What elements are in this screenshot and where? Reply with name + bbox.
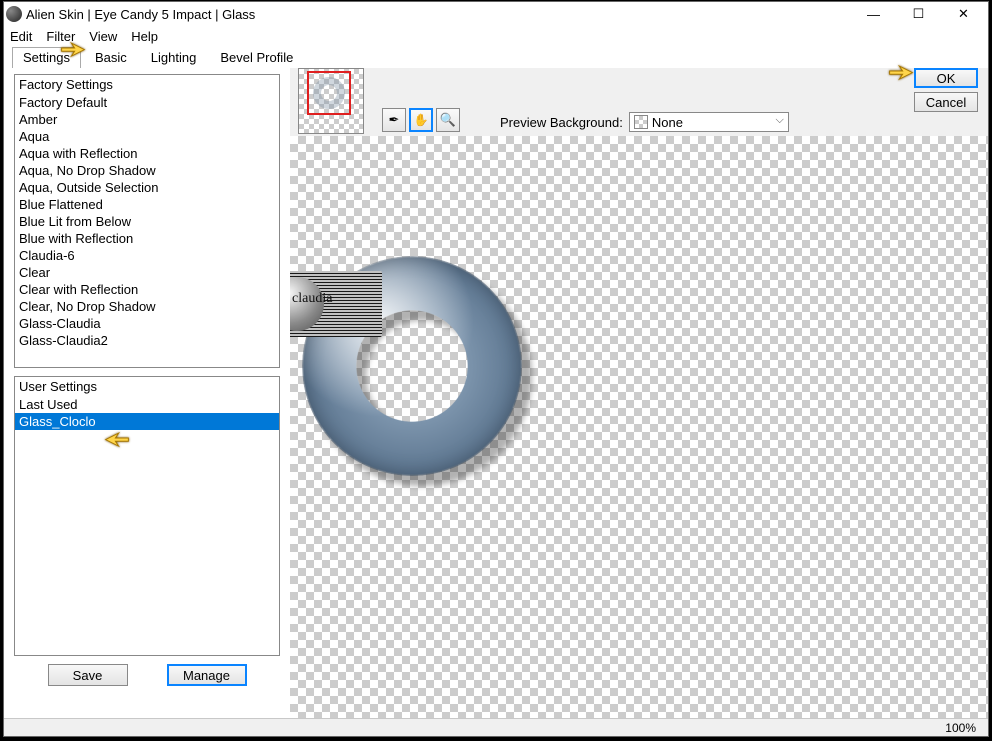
- eyedropper-icon: ✒: [389, 112, 400, 128]
- navigator-thumbnail[interactable]: [298, 68, 364, 134]
- tab-basic[interactable]: Basic: [85, 48, 137, 68]
- list-item[interactable]: Aqua: [15, 128, 279, 145]
- magnifier-icon: 🔍: [440, 112, 456, 128]
- list-item[interactable]: Clear, No Drop Shadow: [15, 298, 279, 315]
- list-item[interactable]: Factory Default: [15, 94, 279, 111]
- eyedropper-tool-button[interactable]: ✒: [382, 108, 406, 132]
- hand-icon: ✋: [414, 113, 429, 127]
- tab-settings[interactable]: Settings: [12, 47, 81, 68]
- watermark-badge: claudia: [290, 271, 382, 337]
- user-settings-header: User Settings: [15, 377, 279, 396]
- menu-edit[interactable]: Edit: [10, 29, 32, 44]
- menu-view[interactable]: View: [89, 29, 117, 44]
- cancel-button[interactable]: Cancel: [914, 92, 978, 112]
- preview-background-combo[interactable]: None: [629, 112, 789, 132]
- zoom-tool-button[interactable]: 🔍: [436, 108, 460, 132]
- preview-canvas[interactable]: claudia: [290, 136, 988, 718]
- minimize-button[interactable]: —: [851, 3, 896, 25]
- list-item[interactable]: Glass_Cloclo: [15, 413, 279, 430]
- list-item[interactable]: Clear: [15, 264, 279, 281]
- list-item[interactable]: Aqua with Reflection: [15, 145, 279, 162]
- list-item[interactable]: Last Used: [15, 396, 279, 413]
- tab-bevel-profile[interactable]: Bevel Profile: [210, 48, 303, 68]
- list-item[interactable]: Blue with Reflection: [15, 230, 279, 247]
- app-icon: [6, 6, 22, 22]
- window-title: Alien Skin | Eye Candy 5 Impact | Glass: [26, 7, 851, 22]
- watermark-text: claudia: [292, 291, 332, 307]
- preview-background-value: None: [652, 115, 683, 130]
- menu-filter[interactable]: Filter: [46, 29, 75, 44]
- preview-background-label: Preview Background:: [500, 115, 623, 130]
- ok-button[interactable]: OK: [914, 68, 978, 88]
- factory-settings-list[interactable]: Factory Settings Factory DefaultAmberAqu…: [14, 74, 280, 368]
- zoom-level: 100%: [945, 721, 976, 735]
- tab-lighting[interactable]: Lighting: [141, 48, 207, 68]
- list-item[interactable]: Aqua, No Drop Shadow: [15, 162, 279, 179]
- list-item[interactable]: Claudia-6: [15, 247, 279, 264]
- close-button[interactable]: ✕: [941, 3, 986, 25]
- list-item[interactable]: Glass-Claudia2: [15, 332, 279, 349]
- manage-button[interactable]: Manage: [167, 664, 247, 686]
- user-settings-list[interactable]: User Settings Last UsedGlass_Cloclo: [14, 376, 280, 656]
- list-item[interactable]: Clear with Reflection: [15, 281, 279, 298]
- maximize-button[interactable]: ☐: [896, 3, 941, 25]
- hand-tool-button[interactable]: ✋: [409, 108, 433, 132]
- list-item[interactable]: Blue Lit from Below: [15, 213, 279, 230]
- list-item[interactable]: Amber: [15, 111, 279, 128]
- list-item[interactable]: Glass-Claudia: [15, 315, 279, 332]
- menu-help[interactable]: Help: [131, 29, 158, 44]
- factory-settings-header: Factory Settings: [15, 75, 279, 94]
- list-item[interactable]: Aqua, Outside Selection: [15, 179, 279, 196]
- list-item[interactable]: Blue Flattened: [15, 196, 279, 213]
- transparency-swatch-icon: [634, 115, 648, 129]
- save-button[interactable]: Save: [48, 664, 128, 686]
- navigator-viewport-box[interactable]: [307, 71, 351, 115]
